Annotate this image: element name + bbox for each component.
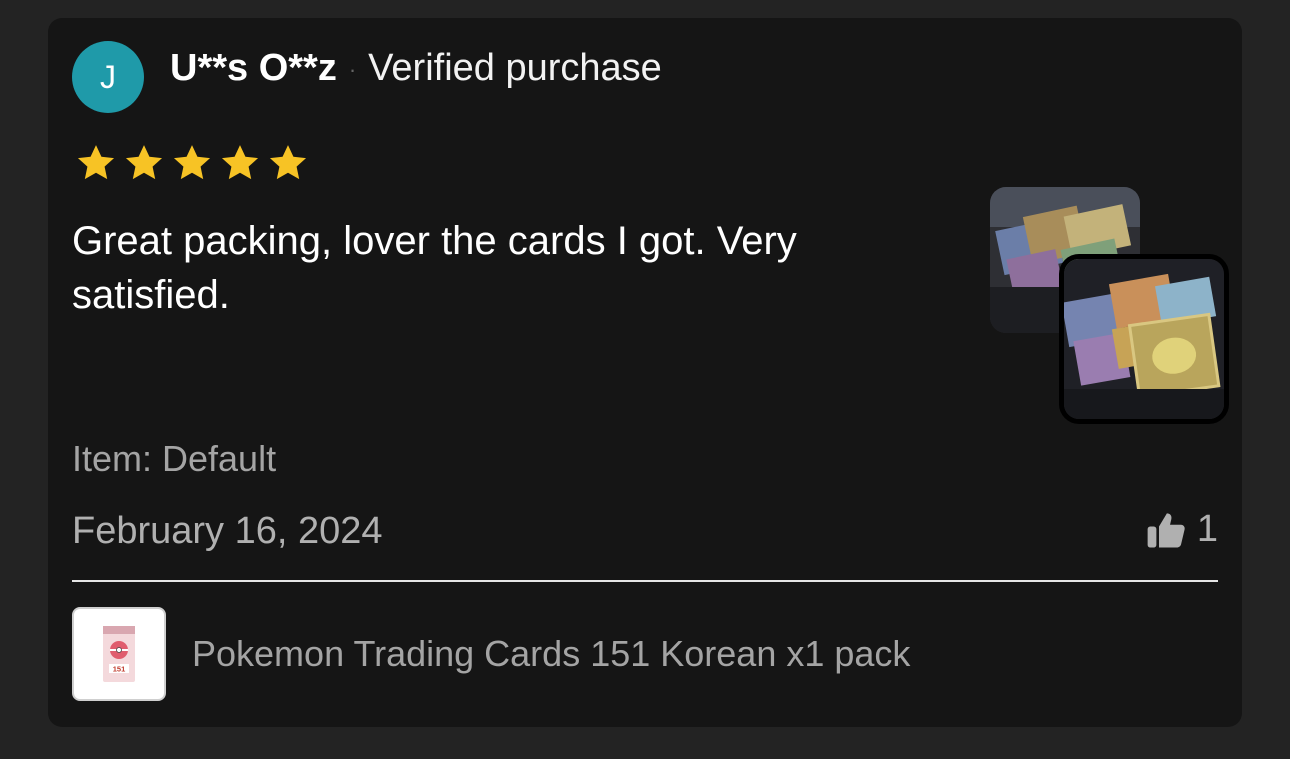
helpful-count: 1 xyxy=(1196,508,1218,550)
verified-purchase-badge: Verified purchase xyxy=(368,47,662,89)
cards-photo-image xyxy=(1064,259,1224,419)
product-thumbnail: 151 xyxy=(72,607,166,701)
star-rating xyxy=(74,142,310,184)
avatar: J xyxy=(72,41,144,113)
booster-pack-icon: 151 xyxy=(103,626,135,682)
reviewer-name: U**s O**z xyxy=(170,47,337,89)
star-icon xyxy=(221,145,259,180)
separator-dot: · xyxy=(348,57,357,82)
avatar-initial: J xyxy=(100,58,116,95)
item-variant: Item: Default xyxy=(72,438,277,479)
helpful-button[interactable]: 1 xyxy=(1145,508,1218,551)
thumbs-up-icon xyxy=(1147,512,1185,547)
review-header: U**s O**z · Verified purchase xyxy=(170,46,662,90)
review-photo-2[interactable] xyxy=(1059,254,1229,424)
product-name: Pokemon Trading Cards 151 Korean x1 pack xyxy=(192,633,911,674)
star-icon xyxy=(269,145,307,180)
product-link[interactable]: 151 Pokemon Trading Cards 151 Korean x1 … xyxy=(72,607,910,701)
review-card: J U**s O**z · Verified purchase Great pa… xyxy=(48,18,1242,727)
star-icon xyxy=(77,145,115,180)
star-icon xyxy=(173,145,211,180)
review-date: February 16, 2024 xyxy=(72,510,383,552)
divider xyxy=(72,580,1218,582)
star-icon xyxy=(125,145,163,180)
svg-text:151: 151 xyxy=(113,665,126,674)
review-text: Great packing, lover the cards I got. Ve… xyxy=(72,219,797,317)
